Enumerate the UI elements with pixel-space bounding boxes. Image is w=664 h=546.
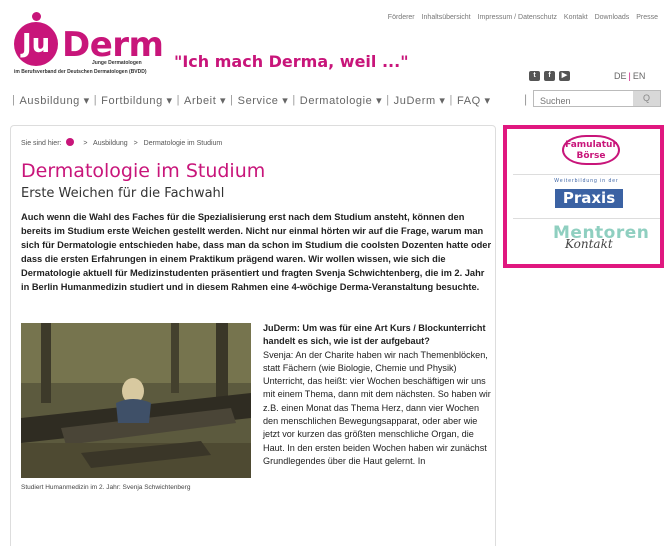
famulatur-line2: Börse (576, 151, 606, 161)
praxis-logo[interactable]: Praxis (555, 189, 623, 208)
home-icon[interactable] (66, 138, 75, 146)
lang-en[interactable]: EN (633, 71, 646, 81)
nav-divider: | (230, 94, 234, 106)
toplink-impressum[interactable]: Impressum / Datenschutz (478, 14, 557, 21)
nav-arbeit[interactable]: Arbeit ▾ (184, 94, 226, 107)
breadcrumb-ausbildung[interactable]: Ausbildung (93, 140, 128, 147)
nav-ausbildung[interactable]: Ausbildung ▾ (19, 94, 89, 107)
nav-divider: | (93, 94, 98, 106)
nav-divider: | (12, 94, 16, 106)
famulatur-slot[interactable]: Famulatur Börse (513, 129, 660, 175)
search-box: Q (533, 90, 661, 109)
chevron-down-icon: ▾ (439, 94, 446, 107)
nav-dermatologie[interactable]: Dermatologie ▾ (300, 94, 382, 107)
interview-text: JuDerm: Um was für eine Art Kurs / Block… (263, 322, 495, 468)
logo-subtitle-org: im Berufsverband der Deutschen Dermatolo… (14, 69, 147, 75)
nav-divider: | (449, 94, 454, 106)
article-card: Sie sind hier: > Ausbildung > Dermatolog… (10, 125, 496, 546)
chevron-down-icon: ▾ (83, 94, 90, 107)
lang-de[interactable]: DE (614, 71, 627, 81)
social-links: t f ▶ (529, 71, 570, 81)
page-subtitle: Erste Weichen für die Fachwahl (21, 186, 225, 201)
chevron-down-icon: ▾ (282, 94, 289, 107)
photo-caption: Studiert Humanmedizin im 2. Jahr: Svenja… (21, 484, 191, 491)
nav-divider: | (176, 94, 181, 106)
logo-subtitle: Junge Dermatologen (92, 60, 142, 66)
chevron-down-icon: ▾ (166, 94, 173, 107)
lang-separator: | (628, 71, 631, 81)
interview-question: JuDerm: Um was für eine Art Kurs / Block… (263, 323, 486, 347)
mentoren-slot[interactable]: Mentoren Kontakt (513, 219, 660, 264)
facebook-icon[interactable]: f (544, 71, 555, 81)
breadcrumb-separator: > (83, 140, 88, 147)
toplink-downloads[interactable]: Downloads (595, 14, 630, 21)
breadcrumb-separator: > (133, 140, 138, 147)
top-links: Förderer Inhaltsübersicht Impressum / Da… (383, 14, 658, 21)
toplink-foerderer[interactable]: Förderer (388, 14, 415, 21)
breadcrumb-current: Dermatologie im Studium (143, 140, 223, 147)
toplink-kontakt[interactable]: Kontakt (564, 14, 588, 21)
kontakt-logo: Kontakt (565, 237, 613, 251)
article-lead: Auch wenn die Wahl des Faches für die Sp… (21, 212, 492, 292)
search-divider: | (524, 92, 528, 106)
toplink-inhaltsuebersicht[interactable]: Inhaltsübersicht (422, 14, 471, 21)
slogan[interactable]: "Ich mach Derma, weil ..." (174, 52, 409, 71)
page-title: Dermatologie im Studium (21, 160, 266, 182)
search-icon[interactable]: Q (633, 91, 660, 106)
interview-answer: Svenja: An der Charite haben wir nach Th… (263, 349, 491, 466)
famulatur-boerse-logo[interactable]: Famulatur Börse (562, 135, 620, 165)
juderm-logo[interactable]: Ju Derm Junge Dermatologen im Berufsverb… (14, 12, 170, 78)
twitter-icon[interactable]: t (529, 71, 540, 81)
nav-service[interactable]: Service ▾ (238, 94, 289, 107)
search-input[interactable] (534, 93, 630, 109)
praxis-slot[interactable]: Weiterbildung in der Praxis (513, 175, 660, 219)
logo-dot (32, 12, 41, 21)
nav-divider: | (386, 94, 390, 106)
sidebar-promo: Famulatur Börse Weiterbildung in der Pra… (503, 125, 664, 268)
logo-wordmark: Derm (62, 25, 164, 65)
famulatur-line1: Famulatur (565, 140, 617, 150)
nav-divider: | (292, 94, 296, 106)
nav-faq[interactable]: FAQ ▾ (457, 94, 491, 107)
toplink-presse[interactable]: Presse (636, 14, 658, 21)
article-photo (21, 323, 251, 478)
nav-juderm[interactable]: JuDerm ▾ (394, 94, 446, 107)
weiterbildung-label: Weiterbildung in der (554, 178, 619, 184)
breadcrumb-prefix: Sie sind hier: (21, 140, 62, 147)
breadcrumb: Sie sind hier: > Ausbildung > Dermatolog… (21, 138, 222, 147)
chevron-down-icon: ▾ (376, 94, 383, 107)
main-nav: | Ausbildung ▾ | Fortbildung ▾ | Arbeit … (8, 90, 491, 110)
language-switch: DE | EN (614, 71, 645, 81)
chevron-down-icon: ▾ (484, 94, 491, 107)
youtube-icon[interactable]: ▶ (559, 71, 570, 81)
nav-fortbildung[interactable]: Fortbildung ▾ (101, 94, 172, 107)
photo-illustration (21, 323, 251, 478)
logo-circle: Ju (14, 22, 58, 66)
chevron-down-icon: ▾ (220, 94, 227, 107)
